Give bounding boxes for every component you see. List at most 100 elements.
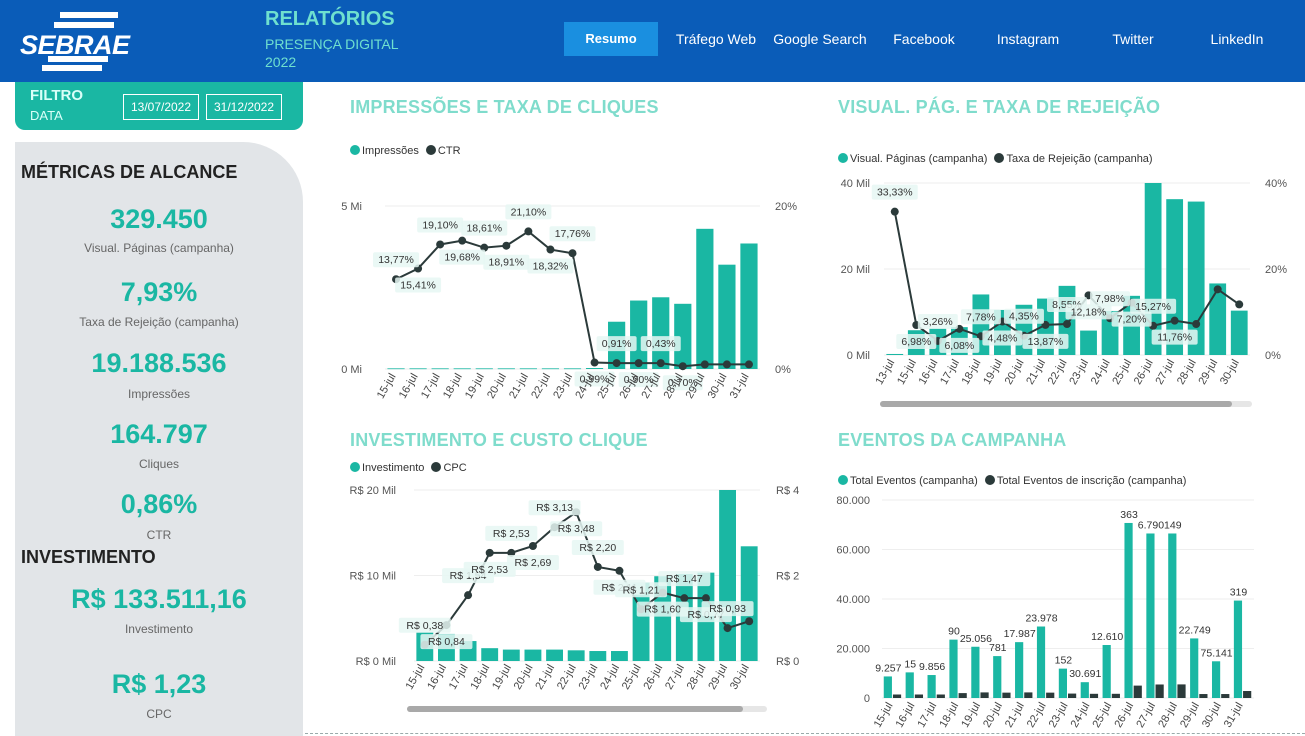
bar-primary [611,651,628,661]
x-tick-label: 21-jul [533,663,557,692]
bar-secondary [1111,693,1120,698]
bar-primary [387,368,405,370]
bar-secondary [1024,692,1033,698]
impressions-ctr-chart[interactable]: 0 Mi 5 Mi 0% 20% 13,77% 15,41% 19,10% 19,68% 18,… [0,0,1305,736]
y2-tick-label: 20% [775,201,797,213]
data-label: R$ 0,84 [428,636,465,648]
data-label: R$ 2,53 [493,528,530,540]
bar-primary [993,656,1002,698]
bar-primary [519,368,537,370]
bar-primary [905,672,914,698]
series-point [502,241,511,250]
x-tick-label: 17-jul [419,372,443,401]
bar-primary [740,243,758,369]
bar-secondary [1068,693,1077,698]
y2-tick-label: 0% [1265,350,1281,362]
series-point [612,359,621,368]
y-tick-label: 20.000 [836,644,870,656]
x-tick-label: 30-jul [706,372,730,401]
x-tick-label: 16-jul [397,372,421,401]
chart2-scrollbar-thumb[interactable] [880,401,1232,407]
x-tick-label: 20-jul [512,663,536,692]
series-point [464,591,473,600]
x-tick-label: 24-jul [1069,701,1093,730]
bar-secondary [1133,685,1142,698]
series-point [680,594,689,603]
bar-secondary [1002,692,1011,698]
data-label: 19,10% [422,219,458,231]
data-label: 18,32% [533,261,569,273]
y-tick-label: 40 Mil [841,178,870,190]
y-tick-label: R$ 10 Mil [350,571,396,583]
bar-primary [1036,626,1046,698]
bar-primary [1102,645,1111,698]
x-tick-label: 30-jul [1218,358,1242,387]
y-tick-label: R$ 20 Mil [350,485,396,497]
x-tick-label: 22-jul [1025,701,1049,730]
bar-primary [719,490,736,661]
bar-primary [1058,668,1067,698]
chart3-scrollbar-track[interactable] [407,706,767,712]
x-tick-label: 20-jul [485,371,509,400]
bar-primary [1190,638,1199,698]
data-label: R$ 0,93 [709,603,746,615]
bar-secondary [892,694,902,698]
data-label: 25.056 [960,633,992,645]
data-label: 13,77% [378,254,414,266]
bar-primary [927,675,936,698]
bar-primary [546,649,563,661]
bar-secondary [914,694,924,698]
data-label: R$ 3,13 [536,502,573,514]
x-tick-label: 17-jul [447,663,471,692]
series-point [890,207,899,216]
bar-primary [567,650,585,661]
bar-secondary [1177,684,1186,698]
series-point [458,236,467,245]
bar-secondary [1089,693,1099,698]
x-tick-label: 22-jul [529,372,553,401]
x-tick-label: 18-jul [468,663,492,692]
x-tick-label: 21-jul [1003,701,1027,730]
x-tick-label: 19-jul [463,372,487,401]
data-label: 12.610 [1091,631,1123,643]
data-label: 18,91% [489,257,525,269]
data-label: 0,91% [602,338,632,350]
bar-primary [1080,330,1097,355]
series-point [634,359,643,368]
bar-secondary [980,692,989,698]
series-point [701,594,710,603]
x-tick-label: 18-jul [441,372,465,401]
data-label: 319 [1230,587,1248,599]
x-tick-label: 13-jul [874,358,898,387]
data-label: 149 [1164,519,1182,531]
bar-primary [718,264,736,369]
data-label: R$ 0,38 [406,620,443,632]
x-tick-label: 27-jul [1153,358,1177,387]
bar-primary [886,353,904,355]
x-tick-label: 25-jul [1091,701,1115,730]
data-label: 19,68% [444,252,480,264]
data-label: 21,10% [511,206,547,218]
series-point [1213,285,1222,294]
data-label: 17,76% [555,228,591,240]
bar-primary [585,368,604,369]
y-tick-label: 0 [864,693,870,705]
x-tick-label: 26-jul [641,663,665,692]
page-divider [305,733,1305,734]
bar-primary [475,368,493,370]
x-tick-label: 27-jul [1134,701,1158,730]
x-tick-label: 20-jul [1003,358,1027,387]
chart2-scrollbar-track[interactable] [880,401,1252,407]
data-label: 0,43% [646,338,676,350]
x-tick-label: 16-jul [425,663,449,692]
chart3-scrollbar-thumb[interactable] [407,706,743,712]
bar-primary [409,368,427,370]
x-tick-label: 20-jul [981,701,1005,730]
data-label: 30.691 [1069,668,1101,680]
data-label: 15 [904,658,916,670]
bar-secondary [1199,694,1208,698]
series-point [1063,320,1071,329]
data-label: 18,61% [466,223,502,235]
data-label: R$ 2,20 [579,542,616,554]
series-point [568,249,577,258]
